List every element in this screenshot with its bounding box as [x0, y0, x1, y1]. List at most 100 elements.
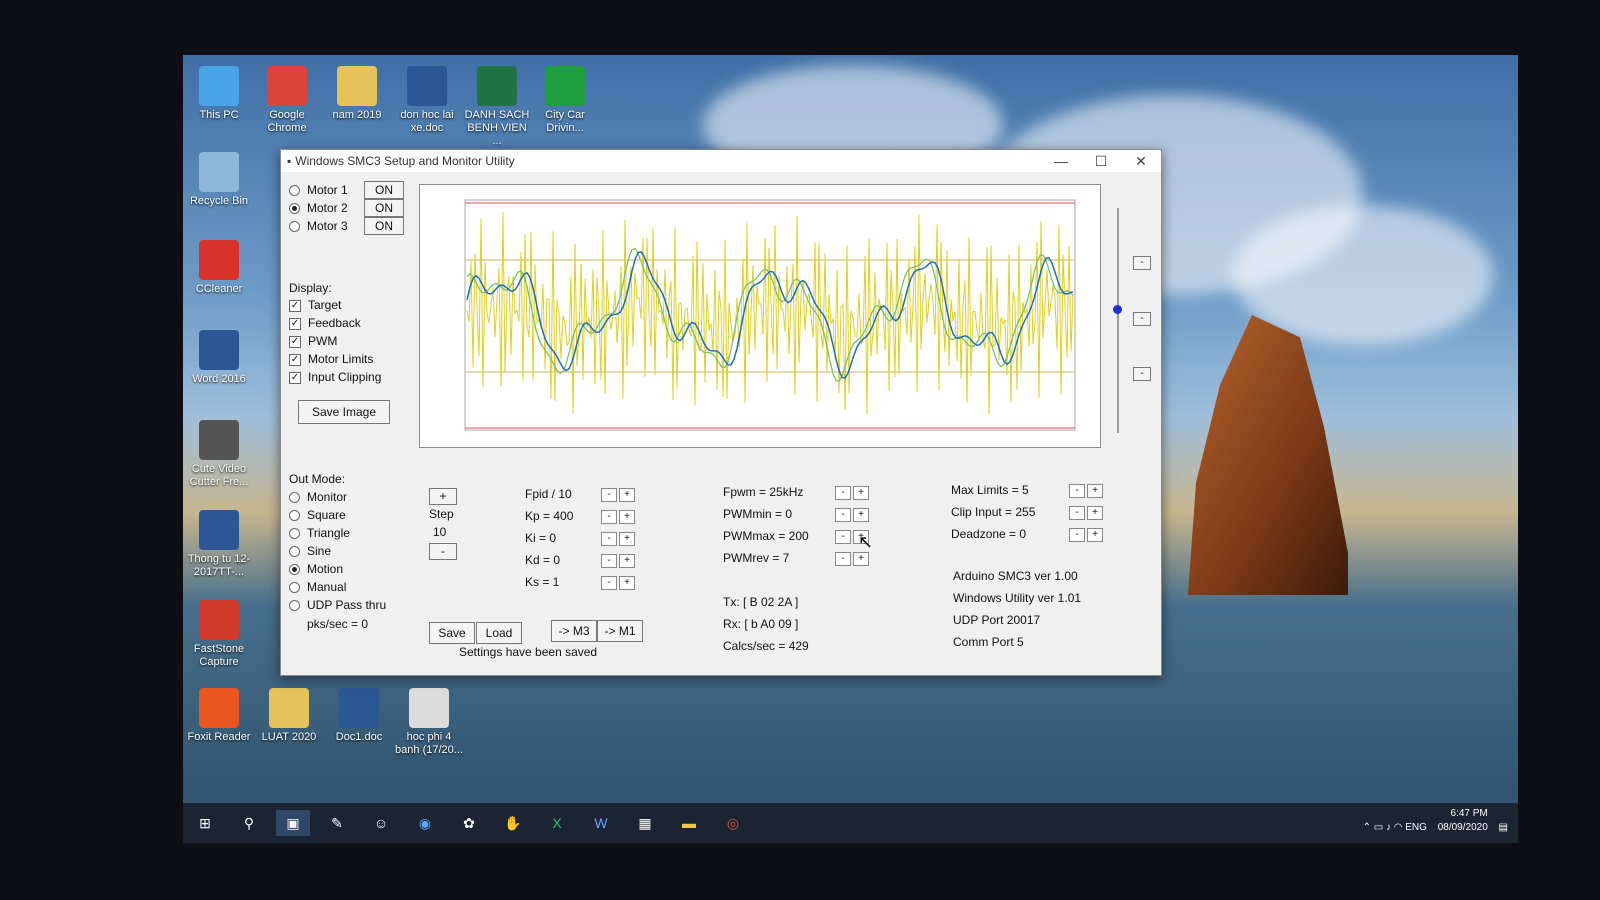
display-option[interactable]: ✓ Input Clipping: [289, 370, 381, 384]
increment-button[interactable]: +: [853, 486, 869, 500]
display-option[interactable]: ✓ Target: [289, 298, 341, 312]
radio-icon[interactable]: [289, 510, 300, 522]
motor-3-on-button[interactable]: ON: [364, 217, 404, 235]
decrement-button[interactable]: -: [1069, 528, 1085, 542]
increment-button[interactable]: +: [619, 554, 635, 568]
display-option[interactable]: ✓ PWM: [289, 334, 337, 348]
decrement-button[interactable]: -: [601, 554, 617, 568]
increment-button[interactable]: +: [853, 552, 869, 566]
desktop-icon[interactable]: DANH SACH BENH VIEN ...: [462, 66, 532, 148]
radio-icon[interactable]: [289, 203, 300, 215]
increment-button[interactable]: +: [619, 532, 635, 546]
desktop-icon[interactable]: Cute Video Cutter Fre...: [184, 420, 254, 489]
radio-icon[interactable]: [289, 582, 300, 594]
notification-icon[interactable]: ▤: [1499, 822, 1508, 833]
desktop-icon[interactable]: LUAT 2020: [254, 688, 324, 744]
increment-button[interactable]: +: [1087, 528, 1103, 542]
calendar-icon[interactable]: ▦: [628, 810, 662, 836]
zalo-icon[interactable]: ◉: [408, 810, 442, 836]
load-button[interactable]: Load: [476, 622, 522, 644]
decrement-button[interactable]: -: [601, 488, 617, 502]
display-option[interactable]: ✓ Feedback: [289, 316, 361, 330]
checkbox-checked-icon[interactable]: ✓: [289, 353, 301, 366]
search-icon[interactable]: ⚲: [232, 810, 266, 836]
radio-icon[interactable]: [289, 221, 300, 233]
out-mode-option[interactable]: Square: [289, 508, 346, 522]
save-button[interactable]: Save: [429, 622, 475, 644]
step-plus-button[interactable]: +: [429, 488, 457, 505]
motor-radio-3[interactable]: Motor 3: [289, 219, 348, 233]
desktop-icon[interactable]: nam 2019: [322, 66, 392, 122]
radio-icon[interactable]: [289, 185, 300, 197]
increment-button[interactable]: +: [619, 510, 635, 524]
decrement-button[interactable]: -: [601, 510, 617, 524]
display-option[interactable]: ✓ Motor Limits: [289, 352, 373, 366]
decrement-button[interactable]: -: [835, 486, 851, 500]
increment-button[interactable]: +: [619, 576, 635, 590]
out-mode-option[interactable]: Manual: [289, 580, 346, 594]
step-minus-button[interactable]: -: [429, 543, 457, 560]
radio-icon[interactable]: [289, 546, 300, 558]
decrement-button[interactable]: -: [835, 508, 851, 522]
radio-icon[interactable]: [289, 492, 300, 504]
motor-radio-1[interactable]: Motor 1: [289, 183, 348, 197]
file-explorer-icon[interactable]: ▬: [672, 810, 706, 836]
decrement-button[interactable]: -: [1069, 506, 1085, 520]
motor-2-on-button[interactable]: ON: [364, 199, 404, 217]
task-view-icon[interactable]: ▣: [276, 810, 310, 836]
word-icon[interactable]: W: [584, 810, 618, 836]
decrement-button[interactable]: -: [1069, 484, 1085, 498]
desktop-icon[interactable]: hoc phi 4 banh (17/20...: [394, 688, 464, 757]
out-mode-option[interactable]: Sine: [289, 544, 331, 558]
slider-thumb[interactable]: [1113, 305, 1122, 314]
desktop-icon[interactable]: Thong tu 12-2017TT-...: [184, 510, 254, 579]
side-button-1[interactable]: -: [1133, 256, 1151, 270]
decrement-button[interactable]: -: [835, 530, 851, 544]
slider-track[interactable]: [1117, 208, 1119, 433]
excel-icon[interactable]: X: [540, 810, 574, 836]
desktop-icon[interactable]: Google Chrome: [252, 66, 322, 135]
save-image-button[interactable]: Save Image: [298, 400, 390, 424]
hand-app-icon[interactable]: ✋: [496, 810, 530, 836]
checkbox-checked-icon[interactable]: ✓: [289, 299, 301, 312]
decrement-button[interactable]: -: [601, 532, 617, 546]
to-m1-button[interactable]: -> M1: [597, 620, 643, 642]
increment-button[interactable]: +: [1087, 484, 1103, 498]
desktop-icon[interactable]: City Car Drivin...: [530, 66, 600, 135]
desktop-icon[interactable]: CCleaner: [184, 240, 254, 296]
close-button[interactable]: ✕: [1121, 153, 1161, 170]
language-indicator[interactable]: ENG: [1405, 822, 1427, 833]
out-mode-option[interactable]: Monitor: [289, 490, 347, 504]
radio-icon[interactable]: [289, 600, 300, 612]
maximize-button[interactable]: ☐: [1081, 153, 1121, 170]
desktop-icon[interactable]: Word 2016: [184, 330, 254, 386]
checkbox-checked-icon[interactable]: ✓: [289, 371, 301, 384]
desktop-icon[interactable]: Recycle Bin: [184, 152, 254, 208]
increment-button[interactable]: +: [1087, 506, 1103, 520]
out-mode-option[interactable]: Triangle: [289, 526, 350, 540]
paint-icon[interactable]: ✿: [452, 810, 486, 836]
clock-time[interactable]: 6:47 PM: [1451, 808, 1488, 819]
desktop-icon[interactable]: Foxit Reader: [184, 688, 254, 744]
decrement-button[interactable]: -: [601, 576, 617, 590]
desktop-icon[interactable]: Doc1.doc: [324, 688, 394, 744]
tray-icons[interactable]: ⌃ ▭ ♪ ◠: [1363, 822, 1406, 833]
desktop-icon[interactable]: don hoc lai xe.doc: [392, 66, 462, 135]
title-bar[interactable]: ▪ Windows SMC3 Setup and Monitor Utility…: [281, 150, 1161, 172]
radio-icon[interactable]: [289, 528, 300, 540]
start-windows-icon[interactable]: ⊞: [188, 810, 222, 836]
out-mode-option[interactable]: UDP Pass thru: [289, 598, 386, 612]
decrement-button[interactable]: -: [835, 552, 851, 566]
app-icon[interactable]: ✎: [320, 810, 354, 836]
minimize-button[interactable]: —: [1041, 153, 1081, 169]
to-m3-button[interactable]: -> M3: [551, 620, 597, 642]
side-button-3[interactable]: -: [1133, 367, 1151, 381]
desktop-icon[interactable]: FastStone Capture: [184, 600, 254, 669]
clock-date[interactable]: 08/09/2020: [1438, 822, 1488, 833]
side-button-2[interactable]: -: [1133, 312, 1151, 326]
desktop-icon[interactable]: This PC: [184, 66, 254, 122]
checkbox-checked-icon[interactable]: ✓: [289, 335, 301, 348]
checkbox-checked-icon[interactable]: ✓: [289, 317, 301, 330]
radio-icon[interactable]: [289, 564, 300, 576]
out-mode-option[interactable]: Motion: [289, 562, 343, 576]
